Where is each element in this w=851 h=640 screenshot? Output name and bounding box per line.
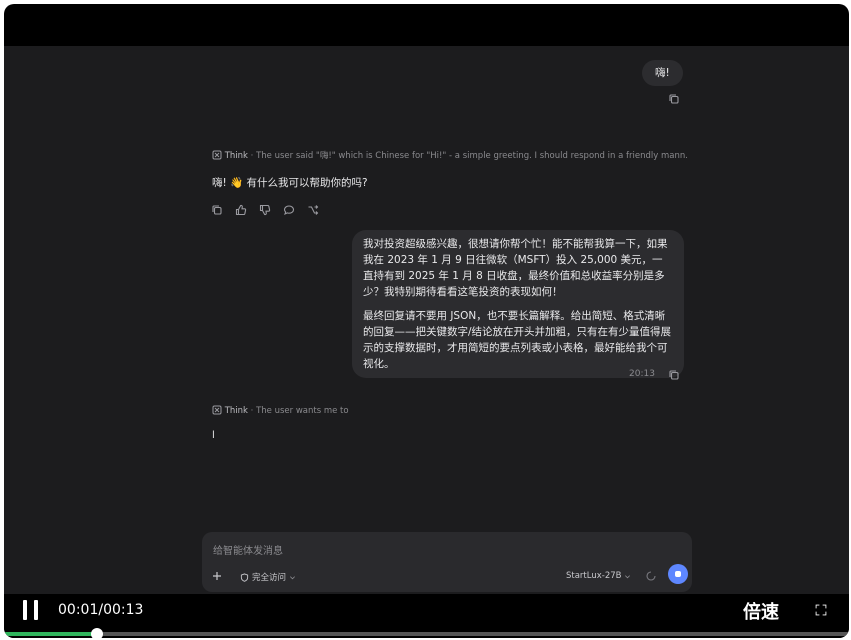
think-row[interactable]: Think · The user wants me to [212,405,512,418]
plus-icon[interactable] [211,570,223,582]
progress-handle[interactable] [90,628,103,638]
think-text: The user wants me to [256,406,349,416]
think-icon [212,150,222,163]
think-row[interactable]: Think · The user said "嗨!" which is Chin… [212,149,687,163]
think-label: Think [224,151,248,161]
thumbs-down-icon[interactable] [259,204,271,216]
chevron-down-icon [289,574,296,581]
user-message-paragraph: 最终回复请不要用 JSON，也不要长篇解释。给出简短、格式清晰的回复——把关键数… [363,310,672,370]
message-input[interactable]: 给智能体发消息 [213,542,673,557]
stop-icon [675,571,681,577]
chat-screen: 嗨! Think · The user said "嗨!" which is C… [4,46,849,594]
player-controls: 00:01/00:13 倍速 [4,594,849,638]
playback-time: 00:01/00:13 [58,602,144,618]
fullscreen-icon[interactable] [810,599,832,621]
user-message-paragraph: 我对投资超级感兴趣，很想请你帮个忙！能不能帮我算一下，如果我在 2023 年 1… [363,238,668,298]
loading-spinner-icon [645,570,657,582]
copy-icon[interactable] [668,93,680,105]
message-composer: 给智能体发消息 完全访问 StartLux-27B [202,532,692,592]
message-timestamp: 20:13 [629,369,655,379]
model-selector[interactable]: StartLux-27B [566,571,631,581]
thumbs-up-icon[interactable] [235,204,247,216]
shield-icon [240,572,249,582]
copy-icon[interactable] [668,369,680,381]
comment-icon[interactable] [283,204,295,216]
pause-icon[interactable] [21,600,41,622]
progress-fill [4,632,97,636]
speed-button[interactable]: 倍速 [743,598,779,624]
stop-button[interactable] [668,564,688,584]
model-label: StartLux-27B [566,571,622,581]
think-icon [212,405,222,418]
user-message-bubble: 我对投资超级感兴趣，很想请你帮个忙！能不能帮我算一下，如果我在 2023 年 1… [352,230,684,378]
branch-icon[interactable] [307,204,319,216]
chevron-down-icon [624,573,631,580]
access-selector[interactable]: 完全访问 [240,571,296,583]
video-player: 嗨! Think · The user said "嗨!" which is C… [4,4,849,638]
assistant-streaming-text: l [212,430,215,441]
user-message-text: 嗨! [655,67,670,79]
copy-icon[interactable] [211,204,223,216]
think-label: Think [224,406,248,416]
access-label: 完全访问 [252,573,287,583]
user-message-bubble: 嗨! [642,60,683,86]
assistant-message-text: 嗨! 👋 有什么我可以帮助你的吗? [212,177,368,189]
think-text: The user said "嗨!" which is Chinese for … [256,151,687,161]
progress-track[interactable] [4,632,849,636]
